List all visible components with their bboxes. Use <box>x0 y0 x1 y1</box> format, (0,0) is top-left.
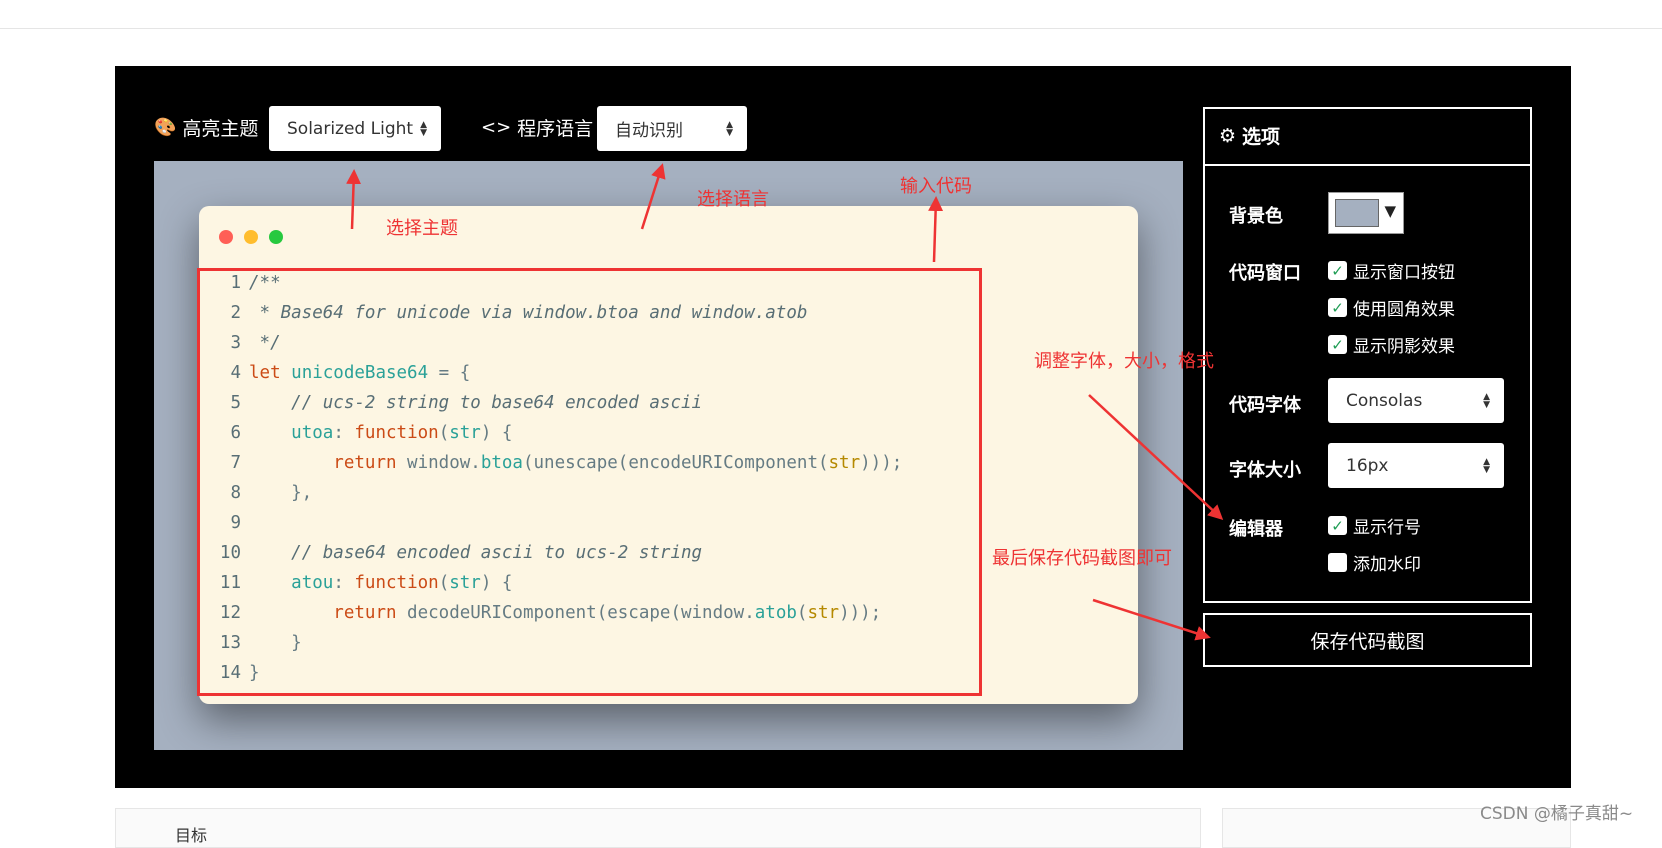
card-title: 目标 <box>175 826 208 845</box>
arrow-language <box>640 163 666 230</box>
content-card <box>115 808 1201 848</box>
arrow-editor <box>1088 394 1224 521</box>
annotation-arrows <box>346 163 1224 641</box>
csdn-watermark: CSDN @橘子真甜~ <box>1480 804 1634 824</box>
arrow-input <box>928 196 944 263</box>
arrow-save <box>1092 598 1211 641</box>
arrow-theme <box>346 169 362 230</box>
